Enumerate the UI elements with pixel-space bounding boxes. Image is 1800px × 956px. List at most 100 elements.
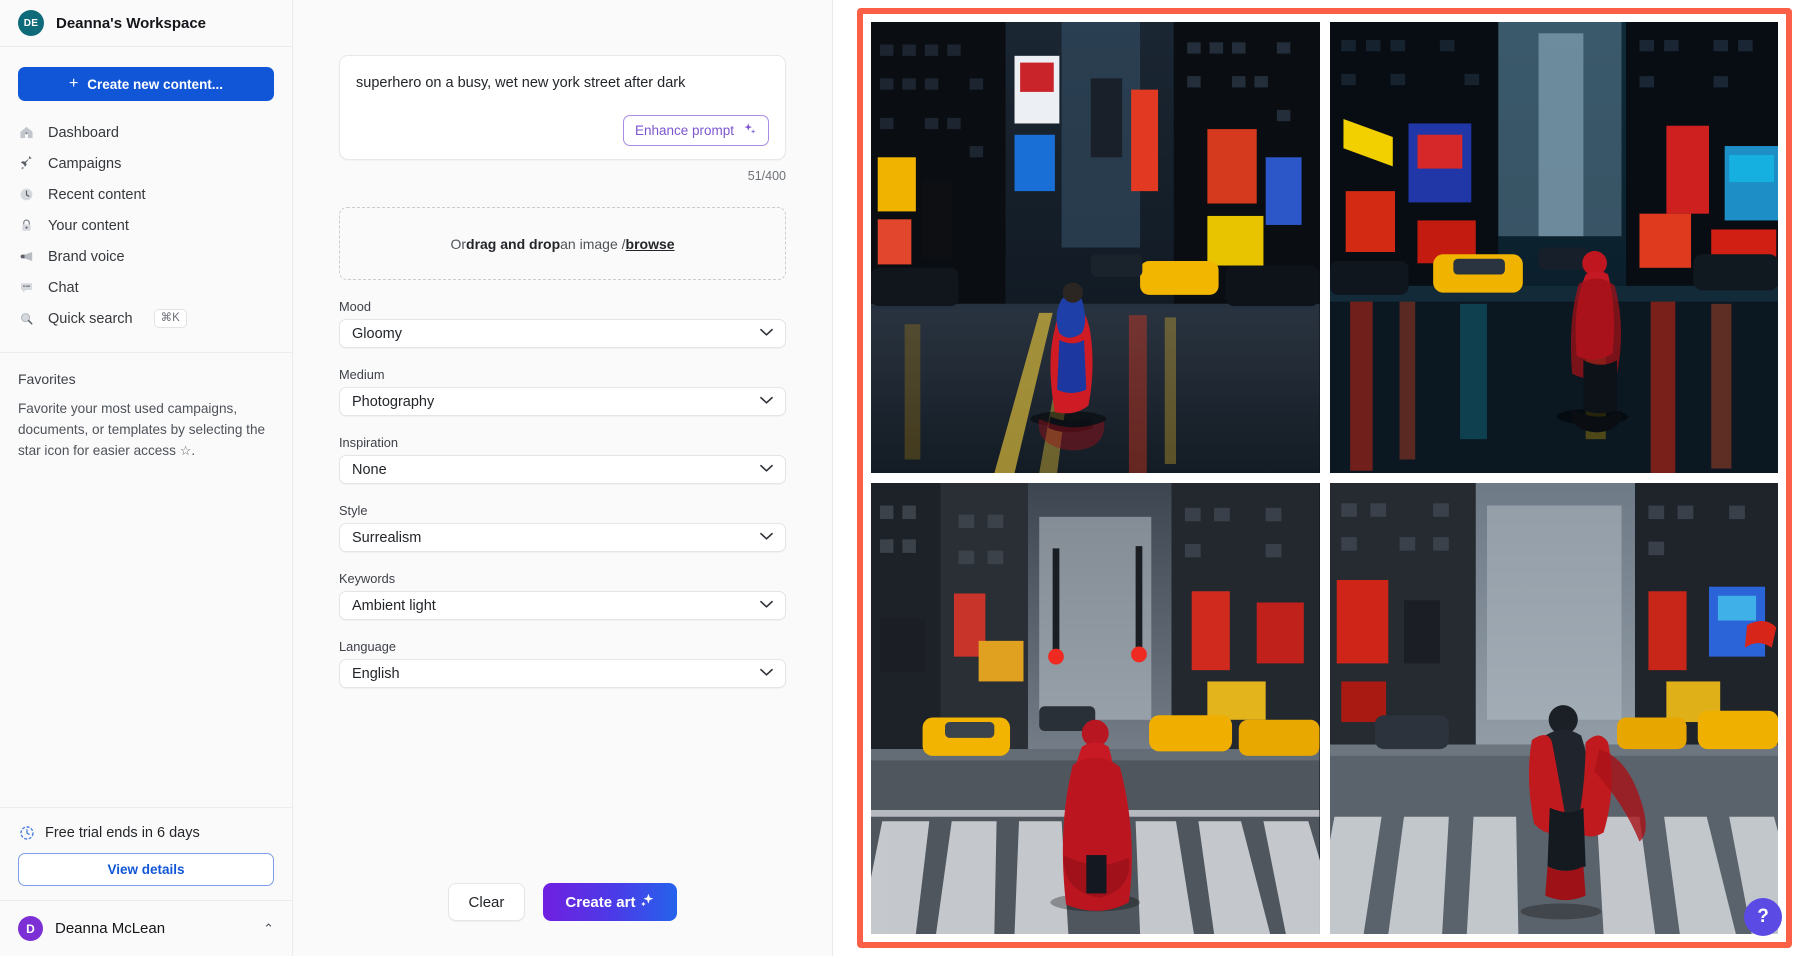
character-counter: 51/400 xyxy=(747,169,786,184)
clock-icon xyxy=(18,186,35,203)
favorites-description: Favorite your most used campaigns, docum… xyxy=(18,398,274,461)
sidebar: DE Deanna's Workspace + Create new conte… xyxy=(0,0,293,956)
app-root: DE Deanna's Workspace + Create new conte… xyxy=(0,0,1800,956)
field-label: Mood xyxy=(339,299,372,315)
language-select[interactable]: English xyxy=(339,659,786,689)
clear-button[interactable]: Clear xyxy=(447,883,526,921)
field-inspiration: Inspiration None xyxy=(339,435,786,485)
browse-link[interactable]: browse xyxy=(626,236,675,252)
generated-art-item[interactable] xyxy=(1329,483,1778,934)
form-footer: Clear Create art xyxy=(293,848,832,956)
prompt-actions: Enhance prompt xyxy=(356,115,769,147)
sidebar-item-campaigns[interactable]: Campaigns xyxy=(0,148,292,179)
style-select[interactable]: Surrealism xyxy=(339,523,786,553)
inspiration-select[interactable]: None xyxy=(339,455,786,485)
medium-select[interactable]: Photography xyxy=(339,387,786,417)
chevron-up-icon[interactable]: ⌃ xyxy=(263,921,274,937)
sidebar-item-your-content[interactable]: Your content xyxy=(0,210,292,241)
sidebar-item-dashboard[interactable]: Dashboard xyxy=(0,117,292,148)
art-image-4 xyxy=(1329,483,1778,934)
dropzone-prefix: Or xyxy=(450,235,467,252)
quick-search-shortcut: ⌘K xyxy=(153,308,187,329)
dropzone-bold: drag and drop xyxy=(466,235,561,252)
home-icon xyxy=(18,124,35,141)
chevron-down-icon xyxy=(760,328,773,340)
image-dropzone[interactable]: Or drag and drop an image / browse xyxy=(339,207,786,281)
sparkles-icon xyxy=(639,892,655,912)
sparkles-icon xyxy=(743,122,757,139)
chevron-down-icon xyxy=(760,396,773,408)
dropzone-middle: an image / xyxy=(560,235,626,252)
create-art-label: Create art xyxy=(565,893,636,911)
favorites-description-text: Favorite your most used campaigns, docum… xyxy=(18,401,266,459)
sidebar-item-quick-search[interactable]: Quick search ⌘K xyxy=(0,303,292,334)
enhance-prompt-label: Enhance prompt xyxy=(634,123,734,139)
enhance-prompt-button[interactable]: Enhance prompt xyxy=(622,115,769,147)
chevron-down-icon xyxy=(760,464,773,476)
sidebar-bottom: Free trial ends in 6 days View details D… xyxy=(0,807,292,956)
form-scroll-area: superhero on a busy, wet new york street… xyxy=(293,0,832,848)
art-image-3 xyxy=(871,483,1320,934)
favorites-period: . xyxy=(191,443,196,459)
generated-art-item[interactable] xyxy=(871,22,1320,473)
favorites-section: Favorites Favorite your most used campai… xyxy=(0,353,292,461)
sidebar-item-label: Brand voice xyxy=(48,248,125,265)
create-new-content-button[interactable]: + Create new content... xyxy=(18,67,274,101)
results-panel: ? xyxy=(833,0,1800,956)
art-generation-form: superhero on a busy, wet new york street… xyxy=(293,0,833,956)
field-style: Style Surrealism xyxy=(339,503,786,553)
chevron-down-icon xyxy=(760,532,773,544)
sidebar-item-brand-voice[interactable]: Brand voice xyxy=(0,241,292,272)
language-value: English xyxy=(352,665,400,682)
chat-bubble-icon xyxy=(18,279,35,296)
generated-art-item[interactable] xyxy=(871,483,1320,934)
lock-icon xyxy=(18,217,35,234)
favorites-title: Favorites xyxy=(18,371,76,387)
workspace-header[interactable]: DE Deanna's Workspace xyxy=(0,0,292,47)
create-art-button[interactable]: Create art xyxy=(543,883,678,921)
field-language: Language English xyxy=(339,639,786,689)
sidebar-item-chat[interactable]: Chat xyxy=(0,272,292,303)
field-mood: Mood Gloomy xyxy=(339,299,786,349)
sidebar-item-label: Recent content xyxy=(48,186,146,203)
workspace-name: Deanna's Workspace xyxy=(56,14,207,32)
trial-text: Free trial ends in 6 days xyxy=(45,824,200,841)
user-name: Deanna McLean xyxy=(55,920,166,937)
sidebar-item-label: Chat xyxy=(48,279,79,296)
plus-icon: + xyxy=(68,75,79,92)
keywords-value: Ambient light xyxy=(352,597,436,614)
star-icon: ☆ xyxy=(179,443,192,459)
timer-icon xyxy=(18,824,35,841)
medium-value: Photography xyxy=(352,393,435,410)
trial-row: Free trial ends in 6 days xyxy=(18,824,274,841)
art-image-1 xyxy=(871,22,1320,473)
chevron-down-icon xyxy=(760,668,773,680)
user-account-row[interactable]: D Deanna McLean ⌃ xyxy=(0,900,292,956)
prompt-input[interactable]: superhero on a busy, wet new york street… xyxy=(356,73,769,93)
field-label: Style xyxy=(339,503,368,519)
rocket-icon xyxy=(18,155,35,172)
search-icon xyxy=(18,310,35,327)
field-keywords: Keywords Ambient light xyxy=(339,571,786,621)
art-image-2 xyxy=(1329,22,1778,473)
mood-select[interactable]: Gloomy xyxy=(339,319,786,349)
field-label: Keywords xyxy=(339,571,396,587)
chevron-down-icon xyxy=(760,600,773,612)
sidebar-nav: Dashboard Campaigns Recent content Your … xyxy=(0,111,292,344)
sidebar-item-label: Your content xyxy=(48,217,129,234)
avatar: D xyxy=(18,916,43,941)
sidebar-item-label: Dashboard xyxy=(48,124,119,141)
generated-art-grid xyxy=(857,8,1792,948)
prompt-card: superhero on a busy, wet new york street… xyxy=(339,55,786,161)
generated-art-item[interactable] xyxy=(1329,22,1778,473)
sidebar-item-label: Quick search xyxy=(48,310,133,327)
view-details-button[interactable]: View details xyxy=(18,853,274,886)
help-button[interactable]: ? xyxy=(1744,898,1782,936)
sidebar-item-recent-content[interactable]: Recent content xyxy=(0,179,292,210)
field-label: Inspiration xyxy=(339,435,399,451)
keywords-select[interactable]: Ambient light xyxy=(339,591,786,621)
inspiration-value: None xyxy=(352,461,387,478)
trial-section: Free trial ends in 6 days View details xyxy=(0,807,292,900)
field-medium: Medium Photography xyxy=(339,367,786,417)
style-value: Surrealism xyxy=(352,529,422,546)
